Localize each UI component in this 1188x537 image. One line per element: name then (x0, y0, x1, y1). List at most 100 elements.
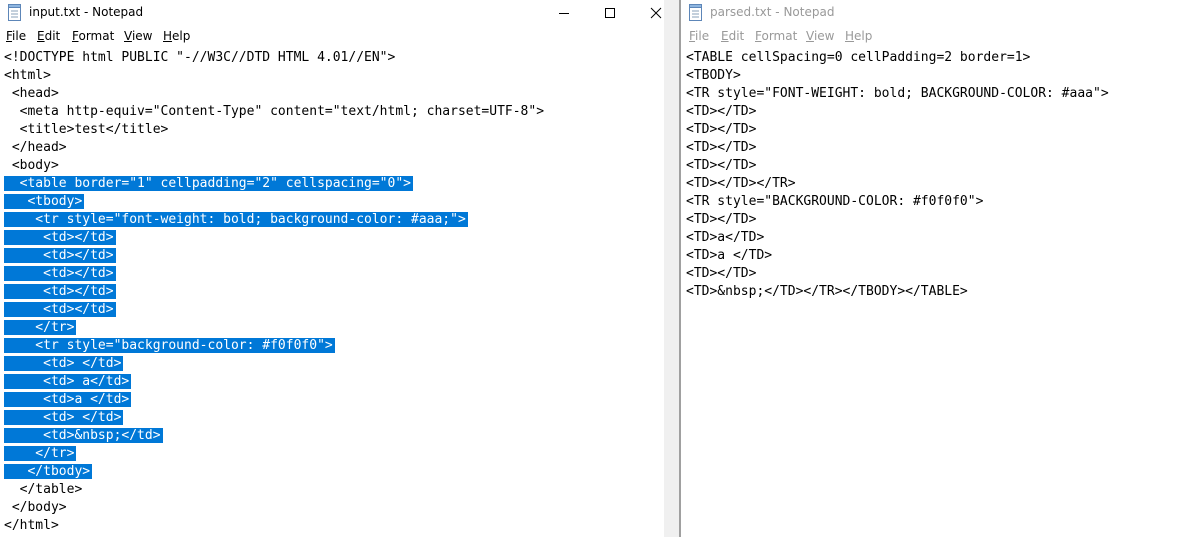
notepad-icon (689, 4, 702, 21)
minimize-icon (559, 13, 569, 14)
menu-bar: File Edit Format View Help (681, 29, 1188, 47)
text-line-content: <TBODY> (686, 68, 741, 83)
text-line-content: <TD></TD> (686, 212, 757, 227)
text-line: <tbody> (4, 193, 85, 211)
text-line: <tr style="background-color: #f0f0f0"> (4, 337, 335, 355)
maximize-button[interactable] (587, 0, 633, 26)
text-line: <html> (4, 67, 53, 85)
text-line: <head> (4, 85, 61, 103)
text-line-content: <TD></TD> (686, 158, 757, 173)
text-line-content: <tbody> (4, 194, 85, 209)
text-line-content: <body> (4, 158, 59, 173)
text-line: </tr> (4, 319, 77, 337)
text-line: <TD></TD> (686, 157, 758, 175)
text-line: <TD></TD> (686, 211, 758, 229)
menu-edit[interactable]: Edit (37, 29, 60, 43)
text-line-content: <TD></TD> (686, 140, 757, 155)
text-line-content: <tr style="background-color: #f0f0f0"> (4, 338, 335, 353)
text-line: <TR style="BACKGROUND-COLOR: #f0f0f0"> (686, 193, 985, 211)
text-line: <td></td> (4, 301, 116, 319)
title-bar[interactable]: parsed.txt - Notepad (681, 0, 1188, 26)
notepad-window-input[interactable]: input.txt - Notepad File Edit Format Vie… (0, 0, 671, 537)
text-editor[interactable]: <!DOCTYPE html PUBLIC "-//W3C//DTD HTML … (0, 47, 671, 537)
text-line-content: <meta http-equiv="Content-Type" content=… (4, 104, 545, 119)
text-line: <tr style="font-weight: bold; background… (4, 211, 468, 229)
text-line-content: <TD></TD> (686, 122, 757, 137)
text-line: <td>a </td> (4, 391, 132, 409)
menu-help[interactable]: Help (163, 29, 190, 43)
menu-view[interactable]: View (806, 29, 834, 43)
maximize-icon (605, 8, 615, 18)
text-line-content: <td></td> (4, 284, 116, 299)
text-line-content: </table> (4, 482, 83, 497)
window-title: input.txt - Notepad (29, 5, 144, 19)
text-line-content: </html> (4, 518, 59, 533)
text-line-content: </head> (4, 140, 67, 155)
text-line-content: <TR style="BACKGROUND-COLOR: #f0f0f0"> (686, 194, 984, 209)
text-line: <td> a</td> (4, 373, 132, 391)
text-line: <table border="1" cellpadding="2" cellsp… (4, 175, 413, 193)
title-bar[interactable]: input.txt - Notepad (0, 0, 671, 26)
text-line: <meta http-equiv="Content-Type" content=… (4, 103, 546, 121)
text-line-content: <title>test</title> (4, 122, 169, 137)
text-line: <TD>a</TD> (686, 229, 766, 247)
text-line-content: <td> </td> (4, 356, 124, 371)
menu-edit[interactable]: Edit (721, 29, 744, 43)
text-line: </table> (4, 481, 84, 499)
notepad-icon (8, 4, 21, 21)
menu-bar: File Edit Format View Help (0, 29, 671, 47)
notepad-window-parsed[interactable]: parsed.txt - Notepad File Edit Format Vi… (681, 0, 1188, 537)
menu-help[interactable]: Help (845, 29, 872, 43)
text-editor[interactable]: <TABLE cellSpacing=0 cellPadding=2 borde… (681, 47, 1188, 537)
text-line: <td> </td> (4, 355, 124, 373)
text-line-content: <TD></TD> (686, 266, 757, 281)
text-line: </body> (4, 499, 69, 517)
minimize-button[interactable] (541, 0, 587, 26)
text-line: <td>&nbsp;</td> (4, 427, 163, 445)
text-line: <TD></TD> (686, 139, 758, 157)
text-line: <TD></TD></TR> (686, 175, 798, 193)
text-line: <td></td> (4, 247, 116, 265)
text-line-content: <table border="1" cellpadding="2" cellsp… (4, 176, 413, 191)
text-line-content: <TD></TD> (686, 104, 757, 119)
close-icon (650, 7, 662, 19)
text-line: <td> </td> (4, 409, 124, 427)
menu-format[interactable]: Format (755, 29, 797, 43)
text-line-content: </tr> (4, 446, 77, 461)
text-line-content: <TD>a</TD> (686, 230, 765, 245)
text-line-content: <td></td> (4, 248, 116, 263)
text-line-content: <tr style="font-weight: bold; background… (4, 212, 468, 227)
text-line-content: <td> a</td> (4, 374, 132, 389)
text-line-content: <html> (4, 68, 51, 83)
text-line: <TD></TD> (686, 103, 758, 121)
text-line-content: <td>&nbsp;</td> (4, 428, 163, 443)
text-line-content: <TD></TD></TR> (686, 176, 796, 191)
text-line-content: <TR style="FONT-WEIGHT: bold; BACKGROUND… (686, 86, 1109, 101)
text-line: </tbody> (4, 463, 93, 481)
text-line-content: </tr> (4, 320, 77, 335)
text-line: <TD></TD> (686, 121, 758, 139)
text-line: <TD>&nbsp;</TD></TR></TBODY></TABLE> (686, 283, 970, 301)
menu-format[interactable]: Format (72, 29, 114, 43)
text-line: <td></td> (4, 229, 116, 247)
text-line: <body> (4, 157, 61, 175)
text-line-content: <TD>&nbsp;</TD></TR></TBODY></TABLE> (686, 284, 968, 299)
text-line-content: <!DOCTYPE html PUBLIC "-//W3C//DTD HTML … (4, 50, 396, 65)
text-line: </tr> (4, 445, 77, 463)
text-line-content: <TABLE cellSpacing=0 cellPadding=2 borde… (686, 50, 1031, 65)
text-line-content: <head> (4, 86, 59, 101)
menu-view[interactable]: View (124, 29, 152, 43)
text-line: <!DOCTYPE html PUBLIC "-//W3C//DTD HTML … (4, 49, 397, 67)
text-line-content: </tbody> (4, 464, 93, 479)
text-line: <title>test</title> (4, 121, 170, 139)
window-title: parsed.txt - Notepad (710, 5, 835, 19)
text-line-content: <td>a </td> (4, 392, 132, 407)
menu-file[interactable]: File (689, 29, 709, 43)
text-line-content: <td></td> (4, 230, 116, 245)
text-line: <TD>a </TD> (686, 247, 774, 265)
text-line: </html> (4, 517, 61, 535)
text-line-content: <td></td> (4, 302, 116, 317)
text-line: <td></td> (4, 265, 116, 283)
menu-file[interactable]: File (6, 29, 26, 43)
text-line: <TBODY> (686, 67, 743, 85)
